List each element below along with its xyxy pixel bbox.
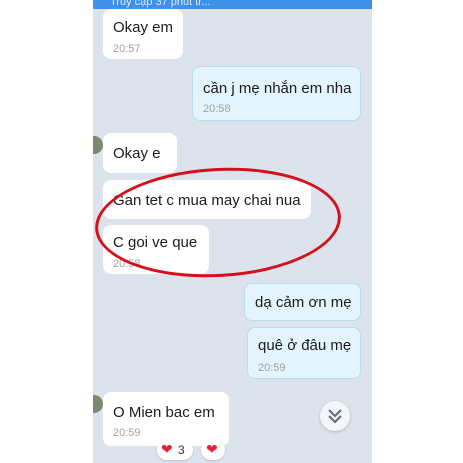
message-text: O Mien bac em <box>113 404 215 421</box>
message-outgoing[interactable]: cần j mẹ nhắn em nha 20:58 <box>192 66 361 121</box>
reaction-count[interactable]: ❤ 3 <box>157 440 193 460</box>
message-time: 20:59 <box>113 427 141 439</box>
heart-icon: ❤ <box>161 441 173 457</box>
message-time: 20:59 <box>258 362 286 374</box>
contact-avatar[interactable] <box>93 395 103 413</box>
message-text: Okay e <box>113 145 161 162</box>
contact-avatar[interactable] <box>93 136 103 154</box>
heart-icon: ❤ <box>206 441 218 457</box>
message-text: Okay em <box>113 19 174 36</box>
message-incoming[interactable]: C goi ve que 20:58 <box>103 225 209 274</box>
message-text: cần j mẹ nhắn em nha <box>203 80 352 97</box>
reaction-count-label: 3 <box>178 443 185 457</box>
message-time: 20:58 <box>113 258 141 270</box>
message-text: Gan tet c mua may chai nua <box>113 192 301 209</box>
chat-header: Truy cập 37 phút tr... <box>93 0 372 9</box>
message-incoming[interactable]: Okay em 20:57 <box>103 9 183 59</box>
chat-screen: Truy cập 37 phút tr... Okay em 20:57 cần… <box>93 0 372 463</box>
message-time: 20:57 <box>113 43 141 55</box>
message-outgoing[interactable]: dạ cảm ơn mẹ <box>244 283 361 321</box>
message-text: dạ cảm ơn mẹ <box>255 294 352 311</box>
react-button[interactable]: ❤ <box>201 440 225 460</box>
message-text: quê ở đâu mẹ <box>258 337 352 354</box>
message-time: 20:58 <box>203 103 231 115</box>
message-incoming[interactable]: Okay e <box>103 133 177 173</box>
message-outgoing[interactable]: quê ở đâu mẹ 20:59 <box>247 327 361 379</box>
double-chevron-down-icon <box>328 409 342 424</box>
scroll-down-button[interactable] <box>320 401 350 431</box>
message-text: C goi ve que <box>113 234 198 251</box>
message-incoming[interactable]: Gan tet c mua may chai nua <box>103 180 311 219</box>
last-seen-status: Truy cập 37 phút tr... <box>110 0 211 8</box>
message-incoming[interactable]: O Mien bac em 20:59 <box>103 392 229 446</box>
